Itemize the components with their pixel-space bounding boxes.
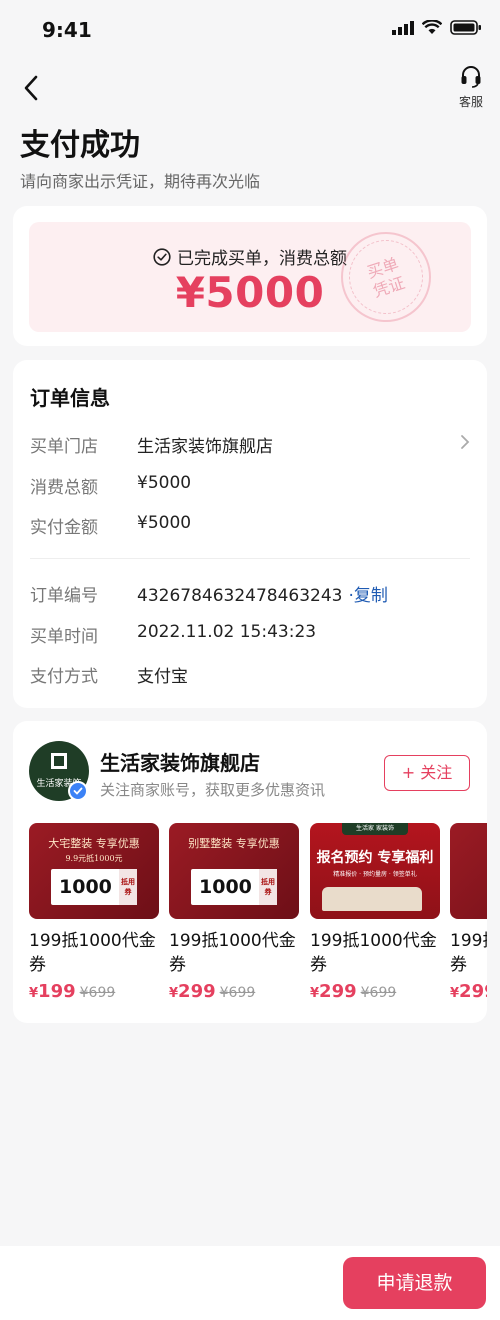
order-row-number: 订单编号 4326784632478463243 ·复制 bbox=[30, 581, 470, 607]
product-name: 199抵1000代金券 bbox=[29, 931, 156, 975]
product-card[interactable]: 别墅 199抵1000代金券 ¥299 bbox=[450, 823, 487, 1002]
status-time: 9:41 bbox=[42, 18, 92, 42]
verified-badge-icon bbox=[68, 781, 88, 801]
order-row-store[interactable]: 买单门店 生活家装饰旗舰店 bbox=[30, 432, 470, 458]
product-image-sub: 精准报价 · 预约量房 · 领签单礼 bbox=[333, 871, 417, 878]
shop-description: 关注商家账号，获取更多优惠资讯 bbox=[100, 781, 326, 799]
chevron-right-icon bbox=[461, 435, 470, 449]
product-card[interactable]: 生活家 家装饰 报名预约 专享福利 精准报价 · 预约量房 · 领签单礼 199… bbox=[310, 823, 440, 1002]
check-circle-icon bbox=[153, 247, 171, 266]
payment-done-line: 已完成买单，消费总额 bbox=[29, 244, 471, 269]
product-price: ¥199 ¥699 bbox=[29, 981, 116, 1002]
status-icons bbox=[392, 20, 482, 35]
order-row-value: 支付宝 bbox=[137, 667, 188, 687]
bottom-bar: 申请退款 bbox=[0, 1246, 500, 1320]
order-row-label: 消费总额 bbox=[30, 478, 98, 498]
product-price: ¥299 ¥699 bbox=[169, 981, 256, 1002]
product-name: 199抵1000代金券 bbox=[450, 931, 487, 975]
page-subtitle: 请向商家出示凭证，期待再次光临 bbox=[20, 172, 261, 191]
product-card[interactable]: 别墅整装 专享优惠 1000 抵用券 199抵1000代金券 ¥299 ¥699 bbox=[169, 823, 299, 1002]
signal-icon bbox=[392, 20, 414, 35]
payment-amount: ¥5000 bbox=[175, 268, 325, 317]
shop-name[interactable]: 生活家装饰旗舰店 bbox=[100, 747, 260, 776]
sofa-graphic bbox=[322, 887, 422, 911]
order-section-title: 订单信息 bbox=[30, 386, 110, 410]
battery-icon bbox=[450, 20, 481, 35]
order-row-value: 4326784632478463243 ·复制 bbox=[137, 581, 388, 606]
order-row-label: 实付金额 bbox=[30, 518, 98, 538]
product-image-title: 报名预约 专享福利 bbox=[316, 850, 434, 866]
order-row-paid: 实付金额 ¥5000 bbox=[30, 513, 470, 539]
product-image-title: 别墅整装 专享优惠 bbox=[188, 837, 280, 850]
payment-summary-card: 买单凭证 已完成买单，消费总额 ¥5000 bbox=[13, 206, 487, 346]
product-price: ¥299 bbox=[450, 981, 487, 1002]
order-row-label: 支付方式 bbox=[30, 667, 98, 687]
amount-box: 买单凭证 已完成买单，消费总额 ¥5000 bbox=[29, 222, 471, 332]
product-image-title: 别墅 bbox=[450, 835, 487, 851]
shop-card: 生活家装饰 生活家装饰旗舰店 关注商家账号，获取更多优惠资讯 + 关注 大宅整装… bbox=[13, 721, 487, 1023]
voucher-graphic: 1000 抵用券 bbox=[51, 869, 137, 905]
product-image: 别墅 bbox=[450, 823, 487, 919]
product-card[interactable]: 大宅整装 专享优惠 9.9元抵1000元 1000 抵用券 199抵1000代金券 … bbox=[29, 823, 159, 1002]
order-divider bbox=[30, 558, 470, 559]
order-row-value: ¥5000 bbox=[137, 473, 192, 493]
product-image: 生活家 家装饰 报名预约 专享福利 精准报价 · 预约量房 · 领签单礼 bbox=[310, 823, 440, 919]
product-name: 199抵1000代金券 bbox=[169, 931, 296, 975]
order-row-value: 生活家装饰旗舰店 bbox=[137, 437, 273, 457]
chevron-left-icon bbox=[24, 75, 38, 101]
copy-link[interactable]: ·复制 bbox=[349, 586, 388, 606]
order-info-card: 订单信息 买单门店 生活家装饰旗舰店 消费总额 ¥5000 实付金额 ¥5000… bbox=[13, 360, 487, 708]
product-price: ¥299 ¥699 bbox=[310, 981, 397, 1002]
follow-button[interactable]: + 关注 bbox=[384, 755, 470, 791]
voucher-graphic: 1000 抵用券 bbox=[191, 869, 277, 905]
order-row-payment-method: 支付方式 支付宝 bbox=[30, 662, 470, 688]
brand-bar: 生活家 家装饰 bbox=[342, 823, 408, 835]
order-row-label: 买单门店 bbox=[30, 437, 98, 457]
product-list: 大宅整装 专享优惠 9.9元抵1000元 1000 抵用券 199抵1000代金券 … bbox=[29, 823, 487, 1013]
order-row-value: 2022.11.02 15:43:23 bbox=[137, 622, 317, 642]
payment-done-text: 已完成买单，消费总额 bbox=[177, 249, 347, 269]
order-number: 4326784632478463243 bbox=[137, 586, 343, 606]
headset-icon bbox=[461, 66, 481, 88]
product-name: 199抵1000代金券 bbox=[310, 931, 437, 975]
customer-service-label: 客服 bbox=[458, 95, 483, 109]
order-row-total: 消费总额 ¥5000 bbox=[30, 473, 470, 499]
nav-bar: 客服 bbox=[0, 58, 500, 118]
wifi-icon bbox=[422, 20, 442, 34]
page-title: 支付成功 bbox=[20, 128, 140, 163]
customer-service-button[interactable]: 客服 bbox=[456, 64, 486, 110]
back-button[interactable] bbox=[16, 70, 46, 106]
refund-button[interactable]: 申请退款 bbox=[343, 1257, 486, 1309]
logo-mark bbox=[51, 753, 67, 769]
product-image-title: 大宅整装 专享优惠 9.9元抵1000元 bbox=[48, 837, 140, 863]
order-row-value: ¥5000 bbox=[137, 513, 192, 533]
product-image: 别墅整装 专享优惠 1000 抵用券 bbox=[169, 823, 299, 919]
product-image: 大宅整装 专享优惠 9.9元抵1000元 1000 抵用券 bbox=[29, 823, 159, 919]
order-row-label: 订单编号 bbox=[30, 586, 98, 606]
order-row-label: 买单时间 bbox=[30, 627, 98, 647]
status-bar: 9:41 bbox=[0, 0, 500, 58]
order-row-time: 买单时间 2022.11.02 15:43:23 bbox=[30, 622, 470, 648]
